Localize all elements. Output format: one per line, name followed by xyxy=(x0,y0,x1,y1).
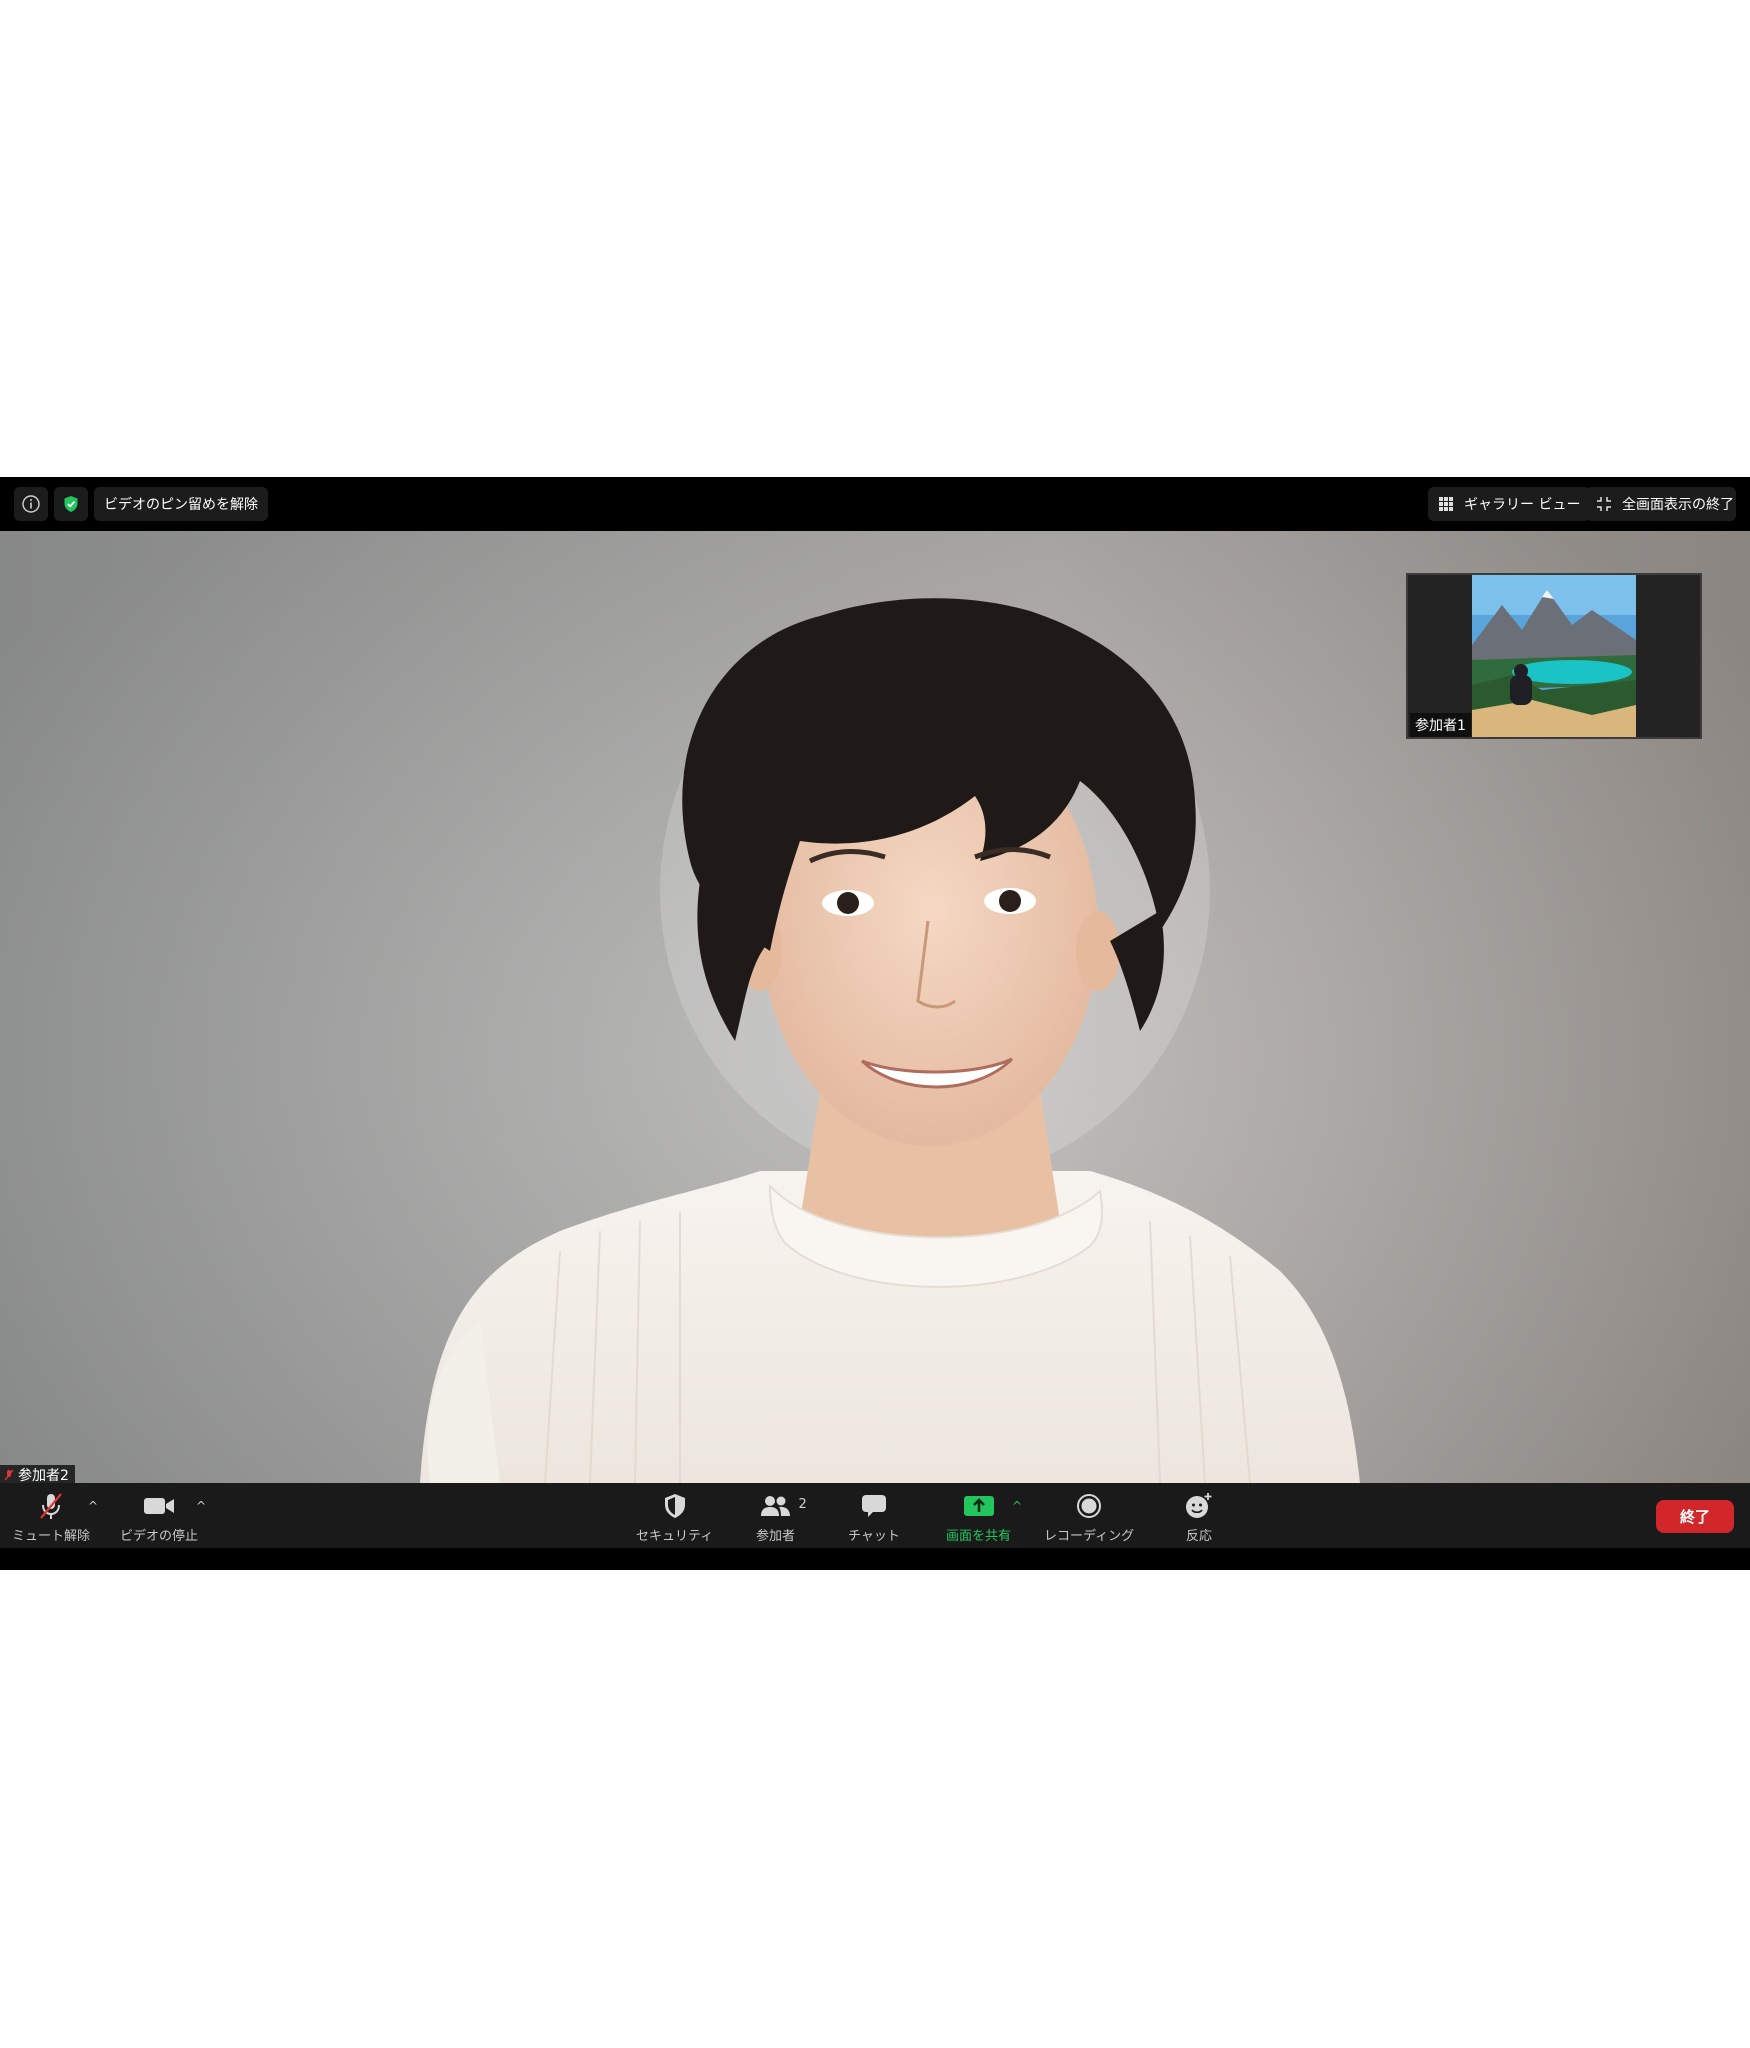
video-camera-icon xyxy=(144,1498,174,1514)
participants-icon xyxy=(760,1496,790,1516)
top-bar: ビデオのピン留めを解除 ギャラリー ビュー 全画面表示の終了 xyxy=(0,477,1750,531)
share-screen-button[interactable]: 画面を共有 xyxy=(946,1491,1011,1544)
record-button[interactable]: レコーディング xyxy=(1044,1491,1134,1544)
muted-mic-icon xyxy=(4,1469,14,1481)
shield-check-icon xyxy=(64,496,78,512)
end-meeting-button[interactable]: 終了 xyxy=(1656,1500,1734,1533)
video-options-caret-icon[interactable]: ^ xyxy=(196,1499,206,1513)
security-label: セキュリティ xyxy=(636,1529,714,1544)
participants-label: 参加者 xyxy=(756,1529,796,1544)
speaker-name-text: 参加者2 xyxy=(18,1468,69,1483)
record-label: レコーディング xyxy=(1044,1529,1135,1544)
chat-bubble-icon xyxy=(861,1495,886,1517)
meeting-toolbar: ミュート解除 ^ ビデオの停止 ^ セキュリティ 2 参加者 チャット 画面を共… xyxy=(0,1483,1750,1548)
exit-fullscreen-button[interactable]: 全画面表示の終了 xyxy=(1586,487,1736,521)
info-icon xyxy=(22,495,40,513)
collapse-icon xyxy=(1596,496,1612,512)
stop-video-label: ビデオの停止 xyxy=(120,1529,199,1544)
end-meeting-label: 終了 xyxy=(1679,1508,1710,1526)
unpin-video-label: ビデオのピン留めを解除 xyxy=(104,497,258,513)
active-speaker-video: 参加者1 参加者2 xyxy=(0,531,1750,1483)
thumbnail-video-image xyxy=(1472,575,1636,737)
muted-microphone-icon xyxy=(40,1493,62,1519)
thumbnail-name-label: 参加者1 xyxy=(1410,713,1471,737)
unmute-label: ミュート解除 xyxy=(12,1529,91,1544)
participants-button[interactable]: 2 参加者 xyxy=(756,1491,807,1544)
encryption-button[interactable] xyxy=(54,487,88,521)
grid-icon xyxy=(1438,496,1454,512)
gallery-view-label: ギャラリー ビュー xyxy=(1464,497,1581,513)
share-options-caret-icon[interactable]: ^ xyxy=(1012,1499,1022,1513)
speaker-name-label: 参加者2 xyxy=(0,1465,75,1483)
meeting-info-button[interactable] xyxy=(14,487,48,521)
participant-thumbnail[interactable]: 参加者1 xyxy=(1406,573,1702,739)
unpin-video-button[interactable]: ビデオのピン留めを解除 xyxy=(94,487,268,521)
security-button[interactable]: セキュリティ xyxy=(636,1491,713,1544)
reactions-button[interactable]: 反応 xyxy=(1184,1491,1214,1544)
record-icon xyxy=(1077,1494,1102,1518)
audio-options-caret-icon[interactable]: ^ xyxy=(88,1499,98,1513)
unmute-button[interactable]: ミュート解除 xyxy=(12,1491,90,1544)
security-shield-icon xyxy=(664,1494,685,1518)
chat-button[interactable]: チャット xyxy=(848,1491,900,1544)
share-screen-label: 画面を共有 xyxy=(946,1529,1012,1544)
gallery-view-button[interactable]: ギャラリー ビュー xyxy=(1428,487,1591,521)
reactions-label: 反応 xyxy=(1185,1529,1212,1544)
exit-fullscreen-label: 全画面表示の終了 xyxy=(1622,497,1734,513)
meeting-window: ビデオのピン留めを解除 ギャラリー ビュー 全画面表示の終了 参加者1 参加者2… xyxy=(0,477,1750,1570)
participants-count: 2 xyxy=(798,1497,807,1512)
chat-label: チャット xyxy=(848,1529,900,1544)
emoji-add-icon xyxy=(1186,1493,1212,1518)
stop-video-button[interactable]: ビデオの停止 xyxy=(120,1491,198,1544)
share-screen-icon xyxy=(963,1496,994,1516)
